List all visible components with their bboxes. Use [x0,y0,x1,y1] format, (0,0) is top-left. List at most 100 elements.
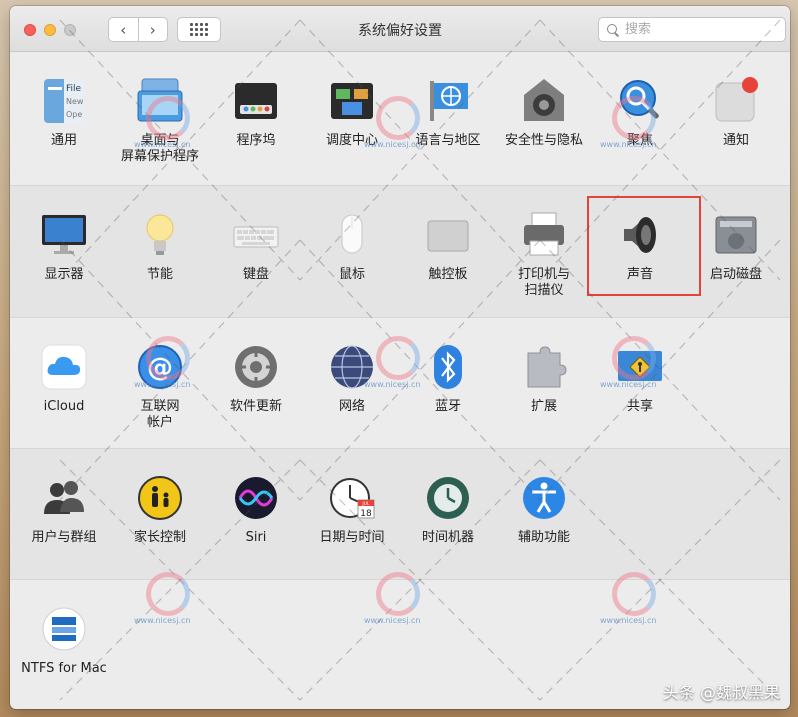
spotlight-icon [616,77,664,125]
pref-item-label: 打印机与 扫描仪 [517,267,570,298]
pref-item-printers-scanners[interactable]: 打印机与 扫描仪 [498,211,590,299]
pref-item-label: 日期与时间 [319,530,385,545]
pref-item-label: iCloud [43,399,85,414]
network-icon [328,343,376,391]
pref-item-label: 家长控制 [133,530,186,545]
svg-text:File: File [66,84,82,94]
svg-text:18: 18 [360,509,372,519]
pref-item-desktop-screensaver[interactable]: 桌面与 屏幕保护程序 [114,77,206,165]
dock-icon [232,77,280,125]
pref-item-startup-disk[interactable]: 启动磁盘 [690,211,782,283]
pref-item-label: 程序坞 [236,133,276,148]
pref-item-internet-accounts[interactable]: @ 互联网 帐户 [114,343,206,431]
pref-item-extensions[interactable]: 扩展 [498,343,590,415]
pref-item-label: 用户与群组 [31,530,97,545]
users-groups-icon [40,474,88,522]
energy-saver-icon [136,211,184,259]
pref-item-trackpad[interactable]: 触控板 [402,211,494,283]
bluetooth-icon [424,343,472,391]
startup-disk-icon [712,211,760,259]
pref-item-sound[interactable]: 声音 [594,211,686,283]
pref-item-label: 显示器 [44,267,84,282]
pref-item-label: 聚焦 [626,133,653,148]
pref-item-label: 调度中心 [325,133,378,148]
search-input[interactable] [625,22,775,37]
pref-item-label: 时间机器 [421,530,474,545]
title-bar: ‹ › 系统偏好设置 [10,6,790,52]
pref-item-date-time[interactable]: JUL 18 日期与时间 [306,474,398,546]
sharing-icon [616,343,664,391]
pref-item-label: 安全性与隐私 [504,133,583,148]
pref-item-label: 辅助功能 [517,530,570,545]
pref-item-mission-control[interactable]: 调度中心 [306,77,398,149]
svg-text:New: New [66,97,84,106]
security-privacy-icon [520,77,568,125]
pref-item-label: 通用 [50,133,77,148]
section-internet: iCloud @ 互联网 帐户 软件更新 网络 蓝牙 扩展 共享 [10,317,790,448]
svg-text:JUL: JUL [361,501,370,507]
mission-control-icon [328,77,376,125]
system-preferences-window: ‹ › 系统偏好设置 File New Ope 通用 桌面与 屏幕保护程序 程序坞 调度中心… [10,6,790,709]
date-time-icon: JUL 18 [328,474,376,522]
desktop-screensaver-icon [136,77,184,125]
pref-item-label: 扩展 [530,399,557,414]
pref-item-label: 节能 [146,267,173,282]
pref-item-software-update[interactable]: 软件更新 [210,343,302,415]
mouse-icon [328,211,376,259]
pref-item-icloud[interactable]: iCloud [18,343,110,415]
displays-icon [40,211,88,259]
pref-item-sharing[interactable]: 共享 [594,343,686,415]
pref-item-notifications[interactable]: 通知 [690,77,782,149]
sound-icon [616,211,664,259]
software-update-icon [232,343,280,391]
pref-item-keyboard[interactable]: 键盘 [210,211,302,283]
notifications-icon [712,77,760,125]
pref-item-label: 启动磁盘 [709,267,762,282]
pref-item-label: 桌面与 屏幕保护程序 [120,133,199,164]
pref-item-label: Siri [245,530,267,545]
pref-item-bluetooth[interactable]: 蓝牙 [402,343,494,415]
footer-watermark: 头条 @魏叔黑果 [662,683,780,702]
ntfs-for-mac-icon [40,605,88,653]
time-machine-icon [424,474,472,522]
internet-accounts-icon: @ [136,343,184,391]
pref-item-label: 蓝牙 [434,399,461,414]
search-icon [607,23,619,36]
keyboard-icon [232,211,280,259]
pref-item-label: 软件更新 [229,399,282,414]
pref-item-siri[interactable]: Siri [210,474,302,546]
pref-item-energy-saver[interactable]: 节能 [114,211,206,283]
accessibility-icon [520,474,568,522]
pref-item-label: 语言与地区 [415,133,481,148]
section-personal: File New Ope 通用 桌面与 屏幕保护程序 程序坞 调度中心 语言与地区 安全性与隐私… [10,52,790,185]
svg-text:@: @ [147,353,173,383]
pref-item-language-region[interactable]: 语言与地区 [402,77,494,149]
pref-item-network[interactable]: 网络 [306,343,398,415]
pref-item-accessibility[interactable]: 辅助功能 [498,474,590,546]
pref-item-mouse[interactable]: 鼠标 [306,211,398,283]
icloud-icon [40,343,88,391]
search-field[interactable] [598,17,786,42]
pref-item-label: 共享 [626,399,653,414]
pref-item-spotlight[interactable]: 聚焦 [594,77,686,149]
pref-item-label: 声音 [626,267,653,282]
pref-item-time-machine[interactable]: 时间机器 [402,474,494,546]
trackpad-icon [424,211,472,259]
general-icon: File New Ope [40,77,88,125]
printers-scanners-icon [520,211,568,259]
pref-item-dock[interactable]: 程序坞 [210,77,302,149]
pref-item-displays[interactable]: 显示器 [18,211,110,283]
pref-item-users-groups[interactable]: 用户与群组 [18,474,110,546]
pref-item-general[interactable]: File New Ope 通用 [18,77,110,149]
parental-controls-icon [136,474,184,522]
pref-item-label: 鼠标 [338,267,365,282]
siri-icon [232,474,280,522]
pref-item-label: 通知 [722,133,749,148]
pref-item-security-privacy[interactable]: 安全性与隐私 [498,77,590,149]
pref-item-label: 网络 [338,399,365,414]
section-system: 用户与群组 家长控制 Siri JUL 18 日期与时间 时间机器 辅助功能 [10,448,790,579]
pref-item-ntfs-for-mac[interactable]: NTFS for Mac [18,605,110,677]
language-region-icon [424,77,472,125]
pref-item-label: NTFS for Mac [21,661,107,676]
pref-item-parental-controls[interactable]: 家长控制 [114,474,206,546]
